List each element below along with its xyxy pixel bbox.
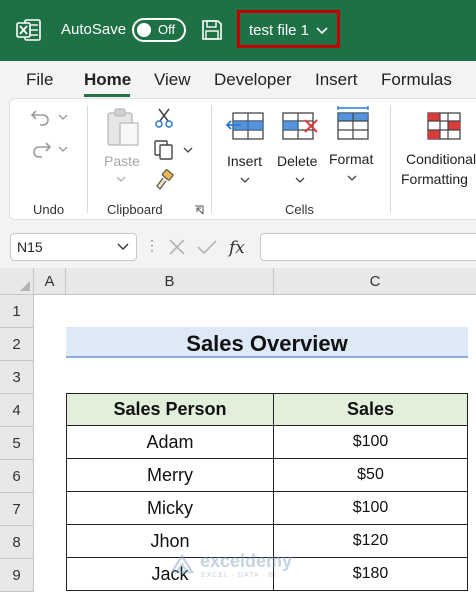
ribbon-tabs: File Home View Developer Insert Formulas — [0, 61, 476, 98]
tab-insert[interactable]: Insert — [315, 70, 358, 90]
group-divider — [211, 105, 212, 213]
undo-icon[interactable] — [30, 107, 52, 127]
insert-dropdown-icon[interactable] — [240, 176, 250, 184]
delete-cells-icon[interactable] — [281, 111, 321, 141]
watermark: exceldemy EXCEL · DATA · BI — [168, 550, 318, 584]
cell-person[interactable]: Adam — [66, 426, 274, 459]
row-header-9[interactable]: 9 — [0, 559, 34, 592]
insert-function-icon[interactable]: fx — [227, 238, 245, 258]
cell-sales[interactable]: $50 — [274, 459, 468, 492]
formula-buttons: fx — [169, 238, 245, 258]
name-box-value: N15 — [17, 239, 43, 255]
autosave-toggle[interactable]: Off — [132, 18, 186, 42]
filename: test file 1 — [249, 22, 310, 39]
paste-dropdown-icon[interactable] — [116, 175, 126, 183]
header-sales[interactable]: Sales — [274, 393, 468, 426]
dialog-launcher-icon[interactable] — [194, 205, 204, 215]
select-all-icon — [20, 281, 30, 291]
conditional-formatting-icon[interactable] — [426, 111, 462, 141]
conditional-formatting-label-1[interactable]: Conditional — [406, 151, 476, 167]
row-header-5[interactable]: 5 — [0, 427, 34, 460]
copy-icon[interactable] — [153, 139, 175, 161]
active-tab-indicator — [84, 94, 130, 97]
copy-dropdown-icon[interactable] — [183, 146, 193, 154]
save-icon[interactable] — [200, 18, 224, 42]
header-sales-person[interactable]: Sales Person — [66, 393, 274, 426]
filename-button[interactable]: test file 1 — [237, 10, 340, 48]
watermark-name: exceldemy — [200, 551, 293, 571]
excel-window: AutoSave Off test file 1 File Home View … — [0, 0, 476, 598]
cut-icon[interactable] — [154, 107, 174, 129]
column-header-b[interactable]: B — [66, 268, 274, 295]
column-header-c[interactable]: C — [274, 268, 476, 295]
undo-dropdown-icon[interactable] — [58, 113, 68, 121]
cell-person[interactable]: Merry — [66, 459, 274, 492]
undo-group-label: Undo — [33, 202, 65, 217]
paste-label[interactable]: Paste — [104, 153, 140, 169]
delete-label[interactable]: Delete — [277, 153, 317, 169]
redo-icon[interactable] — [30, 139, 52, 159]
redo-dropdown-icon[interactable] — [58, 145, 68, 153]
tab-developer[interactable]: Developer — [214, 70, 292, 90]
drag-handle-icon[interactable]: ⋮ — [145, 237, 159, 254]
watermark-logo-icon — [169, 553, 195, 574]
row-header-6[interactable]: 6 — [0, 460, 34, 493]
toggle-knob — [137, 23, 151, 37]
tab-view[interactable]: View — [154, 70, 191, 90]
ribbon: Undo Paste Clipboard Insert Delete Forma… — [9, 98, 476, 220]
name-box[interactable]: N15 — [10, 233, 137, 261]
delete-dropdown-icon[interactable] — [295, 176, 305, 184]
tab-file[interactable]: File — [26, 70, 53, 90]
title-bar: AutoSave Off test file 1 — [0, 0, 476, 61]
column-header-a[interactable]: A — [34, 268, 66, 295]
group-divider — [390, 105, 391, 213]
format-cells-icon[interactable] — [335, 105, 371, 141]
formula-bar: N15 ⋮ fx — [0, 228, 476, 268]
chevron-down-icon — [316, 27, 328, 35]
cancel-icon[interactable] — [169, 239, 185, 255]
cell-person[interactable]: Micky — [66, 492, 274, 525]
formula-input[interactable] — [260, 233, 476, 261]
format-painter-icon[interactable] — [153, 169, 175, 191]
autosave-label: AutoSave — [61, 21, 127, 38]
conditional-formatting-label-2[interactable]: Formatting — [401, 171, 468, 187]
select-all-button[interactable] — [0, 268, 34, 295]
cell-sales[interactable]: $100 — [274, 426, 468, 459]
insert-label[interactable]: Insert — [227, 153, 262, 169]
tab-home[interactable]: Home — [84, 70, 131, 90]
format-label[interactable]: Format — [329, 151, 373, 167]
group-divider — [87, 105, 88, 213]
format-dropdown-icon[interactable] — [347, 174, 357, 182]
cells-group-label: Cells — [285, 202, 314, 217]
chevron-down-icon[interactable] — [117, 242, 129, 252]
insert-cells-icon[interactable] — [225, 111, 265, 141]
sheet-title: Sales Overview — [186, 331, 348, 356]
autosave-state: Off — [158, 22, 176, 37]
tab-formulas[interactable]: Formulas — [381, 70, 452, 90]
clipboard-group-label: Clipboard — [107, 202, 163, 217]
row-header-2[interactable]: 2 — [0, 328, 34, 361]
enter-icon[interactable] — [197, 240, 217, 255]
paste-icon[interactable] — [105, 107, 141, 149]
title-cell[interactable]: Sales Overview — [66, 327, 468, 358]
worksheet-grid: A B C 1 2 3 4 5 6 7 8 9 Sales Overview S… — [0, 268, 476, 598]
excel-icon[interactable] — [16, 17, 42, 43]
row-header-3[interactable]: 3 — [0, 361, 34, 394]
row-header-1[interactable]: 1 — [0, 295, 34, 328]
row-header-8[interactable]: 8 — [0, 526, 34, 559]
row-header-4[interactable]: 4 — [0, 394, 34, 427]
watermark-tagline: EXCEL · DATA · BI — [201, 572, 277, 579]
row-header-7[interactable]: 7 — [0, 493, 34, 526]
cell-sales[interactable]: $100 — [274, 492, 468, 525]
